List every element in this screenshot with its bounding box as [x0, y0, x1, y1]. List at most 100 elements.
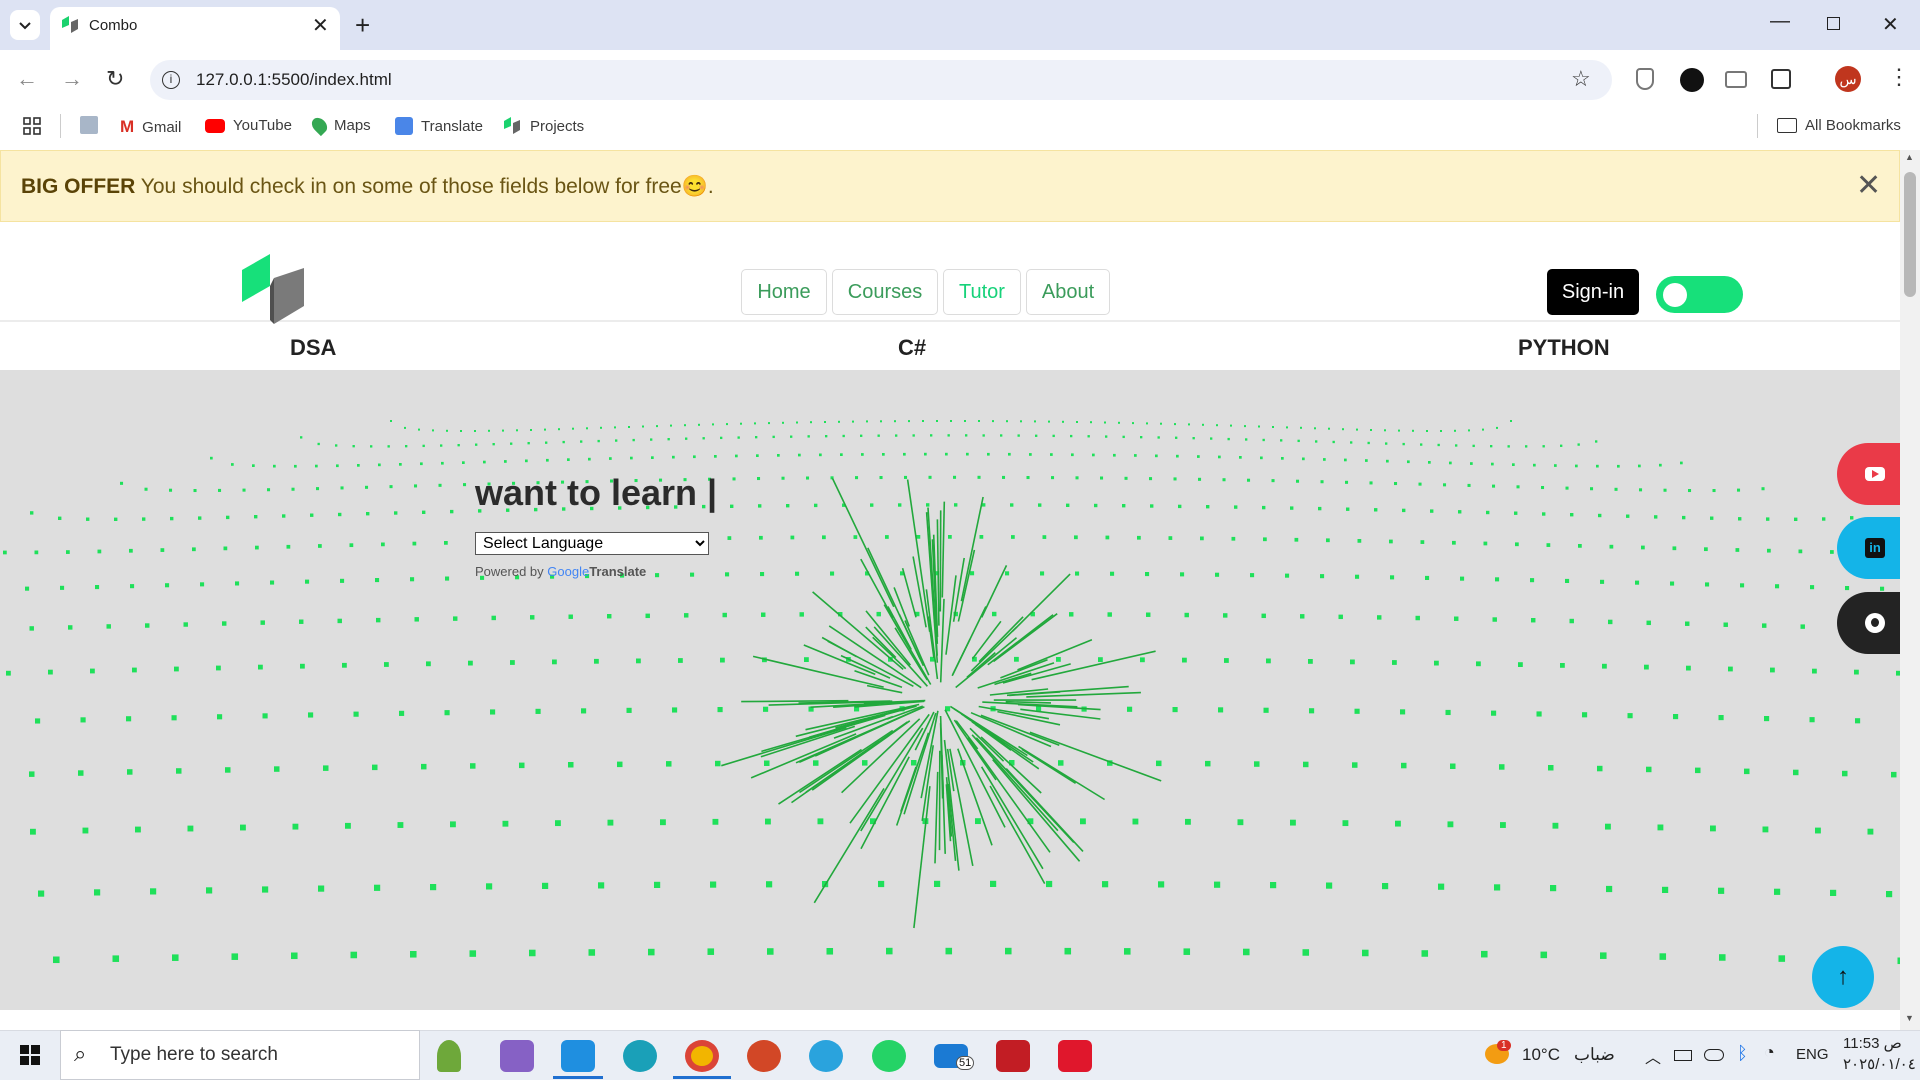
- youtube-social-button[interactable]: [1837, 443, 1900, 505]
- particle-dot: [1402, 508, 1406, 513]
- particle-dot: [82, 827, 89, 834]
- language-select[interactable]: Select Language: [475, 532, 709, 555]
- bookmark-star-icon[interactable]: ☆: [1571, 66, 1591, 92]
- particle-dot: [1570, 513, 1574, 517]
- weather-temp[interactable]: 10°C: [1522, 1045, 1560, 1065]
- particle-dot: [1069, 612, 1074, 617]
- particle-dot: [519, 762, 525, 769]
- reload-icon[interactable]: ↻: [106, 66, 124, 92]
- onedrive-cloud-icon[interactable]: [1704, 1049, 1724, 1061]
- bluetooth-icon[interactable]: ᛒ: [1737, 1043, 1748, 1064]
- url-text[interactable]: 127.0.0.1:5500/index.html: [196, 70, 392, 90]
- shield-extension-icon[interactable]: [1636, 68, 1654, 90]
- forward-arrow-icon[interactable]: →: [61, 66, 83, 92]
- restore-icon[interactable]: [1827, 17, 1840, 30]
- profile-avatar[interactable]: س: [1835, 66, 1861, 92]
- particle-dot: [1659, 463, 1662, 467]
- particle-dot: [444, 710, 450, 716]
- telegram-icon[interactable]: [809, 1040, 843, 1072]
- nav-tutor[interactable]: Tutor: [943, 269, 1021, 315]
- particle-dot: [965, 434, 968, 437]
- minimize-icon[interactable]: —: [1770, 10, 1790, 33]
- wifi-icon[interactable]: ◔: [1764, 1042, 1775, 1063]
- nav-courses[interactable]: Courses: [832, 269, 938, 315]
- all-bookmarks[interactable]: All Bookmarks: [1777, 117, 1901, 134]
- camera-extension-icon[interactable]: [1725, 71, 1747, 88]
- particle-dot: [1070, 434, 1073, 438]
- bookmark-divider-right: [1757, 114, 1758, 138]
- particle-dot: [1596, 464, 1599, 468]
- github-social-button[interactable]: [1837, 592, 1900, 654]
- site-logo[interactable]: [242, 254, 306, 326]
- extension-a-icon[interactable]: [1680, 68, 1704, 92]
- windows-start-icon[interactable]: [20, 1045, 40, 1065]
- edge-icon[interactable]: [623, 1040, 657, 1072]
- site-info-icon[interactable]: i: [162, 71, 180, 89]
- chrome-icon[interactable]: [685, 1040, 719, 1072]
- particle-dot: [1303, 761, 1309, 768]
- powered-by-google-translate[interactable]: Powered by GoogleTranslate: [475, 564, 646, 579]
- subnav-python[interactable]: PYTHON: [1518, 335, 1610, 361]
- language-indicator[interactable]: ENG: [1796, 1046, 1829, 1063]
- particle-dot: [866, 420, 868, 423]
- menu-kebab-icon[interactable]: ⋮: [1888, 64, 1910, 90]
- bookmark-maps[interactable]: Maps: [308, 114, 371, 137]
- particle-dot: [462, 461, 465, 464]
- subnav-csharp[interactable]: C#: [898, 335, 926, 361]
- bookmark-translate[interactable]: Translate: [395, 117, 483, 135]
- particle-dot: [707, 948, 715, 955]
- scroll-to-top-button[interactable]: ↑: [1812, 946, 1874, 1008]
- clock-time[interactable]: 11:53 ص: [1843, 1034, 1902, 1052]
- new-tab-plus-icon[interactable]: +: [355, 10, 370, 41]
- close-window-icon[interactable]: ✕: [1882, 12, 1899, 37]
- solidworks-icon[interactable]: [996, 1040, 1030, 1072]
- particle-dot: [1234, 505, 1238, 509]
- autocad-icon[interactable]: [1058, 1040, 1092, 1072]
- nav-home[interactable]: Home: [741, 269, 827, 315]
- particle-dot: [607, 819, 614, 826]
- scroll-down-arrow-icon[interactable]: ▼: [1905, 1013, 1914, 1023]
- particle-dot: [568, 762, 574, 768]
- particle-dot: [654, 881, 661, 888]
- scrollbar-thumb[interactable]: [1904, 172, 1916, 297]
- particle-dot: [648, 948, 655, 956]
- scroll-up-arrow-icon[interactable]: ▲: [1905, 152, 1914, 162]
- bookmark-projects[interactable]: Projects: [502, 117, 584, 135]
- particle-dot: [765, 818, 771, 825]
- particle-dot: [1867, 828, 1874, 835]
- back-arrow-icon[interactable]: ←: [16, 66, 38, 92]
- battery-icon[interactable]: [1674, 1050, 1692, 1061]
- visual-studio-icon[interactable]: [500, 1040, 534, 1072]
- particle-dot: [1476, 661, 1481, 667]
- tray-chevron-icon[interactable]: ︿: [1645, 1044, 1661, 1068]
- particle-dot: [1654, 515, 1658, 519]
- particle-dot: [3, 550, 7, 555]
- weather-description[interactable]: ضباب: [1574, 1045, 1615, 1065]
- puzzle-extensions-icon[interactable]: [1771, 69, 1791, 89]
- bookmark-profile-icon[interactable]: [80, 116, 98, 134]
- particle-dot: [1886, 891, 1893, 898]
- particle-dot: [510, 660, 515, 665]
- bookmark-gmail[interactable]: M Gmail: [120, 117, 181, 137]
- alert-close-icon[interactable]: ✕: [1856, 168, 1881, 203]
- particle-dot: [145, 623, 150, 628]
- clock-date[interactable]: ٢٠٢٥/٠١/٠٤: [1843, 1055, 1916, 1073]
- linkedin-social-button[interactable]: in: [1837, 517, 1900, 579]
- bookmark-youtube[interactable]: YouTube: [205, 117, 292, 134]
- whatsapp-icon[interactable]: [872, 1040, 906, 1072]
- particle-dot: [1421, 950, 1429, 957]
- subnav-dsa[interactable]: DSA: [290, 335, 336, 361]
- vscode-icon[interactable]: [561, 1040, 595, 1072]
- powerpoint-icon[interactable]: [747, 1040, 781, 1072]
- tab-close-icon[interactable]: ✕: [312, 13, 329, 38]
- particle-dot: [1338, 614, 1343, 620]
- particle-dot: [842, 434, 845, 438]
- signin-button[interactable]: Sign-in: [1547, 269, 1639, 315]
- apps-grid-icon[interactable]: [23, 117, 41, 135]
- nav-about[interactable]: About: [1026, 269, 1110, 315]
- particle-dot: [1425, 575, 1430, 580]
- chess-app-icon[interactable]: [437, 1040, 461, 1072]
- particle-dot: [1542, 445, 1545, 448]
- tab-list-chevron-icon[interactable]: [10, 10, 40, 40]
- particle-dot: [852, 420, 854, 423]
